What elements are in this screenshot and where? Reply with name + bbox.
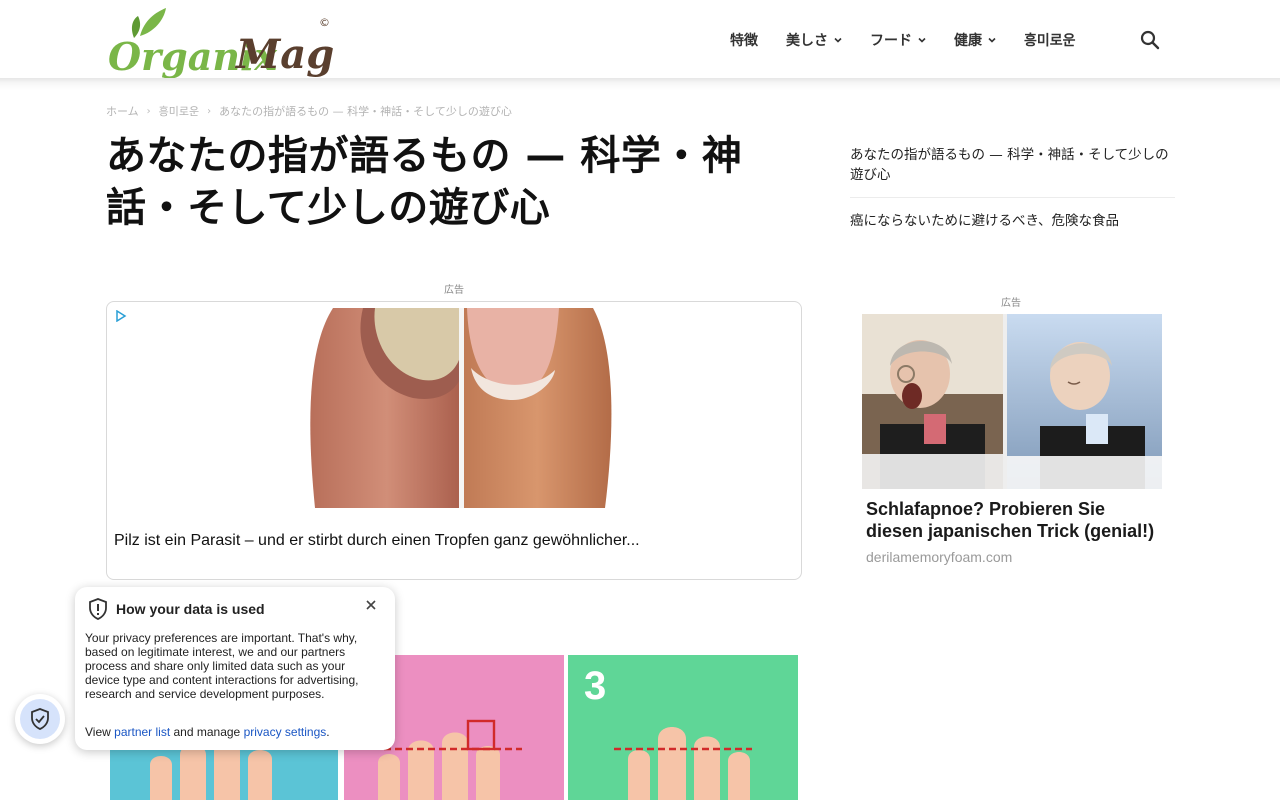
- panel-number: 3: [584, 664, 606, 708]
- sidebar-ad-image[interactable]: [862, 314, 1162, 489]
- footer-middle: and manage: [170, 725, 244, 739]
- sidebar-ad-domain[interactable]: derilamemoryfoam.com: [866, 549, 1012, 565]
- site-header: Organix Mag © 特徴 美しさ フード 健康 흥미로운: [0, 0, 1280, 80]
- privacy-popup-title: How your data is used: [116, 601, 265, 617]
- search-icon: [1140, 30, 1160, 50]
- search-button[interactable]: [1138, 28, 1162, 52]
- chevron-down-icon: [988, 37, 996, 43]
- sidebar-divider: [850, 197, 1175, 198]
- sidebar-ad-label: 広告: [1001, 298, 1021, 309]
- nav-item-features[interactable]: 特徴: [730, 30, 758, 50]
- nav-item-label: フード: [870, 33, 912, 49]
- ad-label: 広告: [444, 285, 464, 296]
- close-icon: [366, 600, 376, 610]
- sidebar-link-2[interactable]: 癌にならないために避けるべき、危険な食品: [850, 211, 1180, 231]
- sidebar-ad-headline[interactable]: Schlafapnoe? Probieren Sie diesen japani…: [866, 498, 1166, 542]
- sidebar-link-1[interactable]: あなたの指が語るもの — 科学・神話・そして少しの遊び心: [850, 145, 1180, 185]
- breadcrumb-current: あなたの指が語るもの — 科学・神話・そして少しの遊び心: [219, 105, 512, 118]
- logo-copyright: ©: [319, 16, 330, 29]
- nav-item-beauty[interactable]: 美しさ: [786, 30, 842, 50]
- privacy-popup-body: Your privacy preferences are important. …: [85, 631, 359, 701]
- breadcrumb-category[interactable]: 흥미로운: [159, 103, 199, 119]
- chevron-right-icon: ›: [146, 105, 151, 117]
- ad-choices-icon[interactable]: [115, 310, 127, 322]
- nav-item-health[interactable]: 健康: [954, 30, 996, 50]
- header-divider: [0, 78, 1280, 90]
- shield-check-icon: [31, 708, 49, 730]
- privacy-settings-link[interactable]: privacy settings: [244, 725, 327, 739]
- chevron-down-icon: [834, 37, 842, 43]
- main-nav: 特徴 美しさ フード 健康 흥미로운: [730, 28, 1104, 52]
- page-title: あなたの指が語るもの — 科学・神話・そして少しの遊び心: [106, 133, 743, 231]
- nav-item-interesting[interactable]: 흥미로운: [1024, 30, 1076, 50]
- close-button[interactable]: [363, 597, 379, 613]
- sidebar-ad[interactable]: Schlafapnoe? Probieren Sie diesen japani…: [862, 314, 1162, 574]
- privacy-settings-button[interactable]: [15, 694, 65, 744]
- partner-list-link[interactable]: partner list: [114, 725, 170, 739]
- nav-item-label: 特徴: [730, 33, 758, 49]
- footer-suffix: .: [326, 725, 330, 739]
- nav-item-label: 흥미로운: [1024, 33, 1076, 49]
- ad-headline[interactable]: Pilz ist ein Parasit – und er stirbt dur…: [114, 532, 640, 550]
- shield-alert-icon: [89, 598, 107, 620]
- chevron-down-icon: [918, 37, 926, 43]
- footer-prefix: View: [85, 725, 115, 739]
- nav-item-label: 美しさ: [786, 33, 828, 49]
- main-ad[interactable]: Pilz ist ein Parasit – und er stirbt dur…: [106, 301, 802, 580]
- privacy-popup-footer: View partner list and manage privacy set…: [85, 725, 330, 739]
- ad-image[interactable]: [293, 308, 629, 508]
- logo-mag-text: Mag: [234, 31, 333, 78]
- site-logo[interactable]: Organix Mag ©: [108, 6, 333, 78]
- privacy-popup: How your data is used Your privacy prefe…: [75, 587, 395, 750]
- nav-item-label: 健康: [954, 33, 982, 49]
- chevron-right-icon: ›: [207, 105, 212, 117]
- privacy-fab-inner: [20, 699, 60, 739]
- breadcrumb: ホーム › 흥미로운 › あなたの指が語るもの — 科学・神話・そして少しの遊び…: [106, 103, 512, 119]
- nav-item-food[interactable]: フード: [870, 30, 926, 50]
- breadcrumb-home[interactable]: ホーム: [106, 103, 139, 119]
